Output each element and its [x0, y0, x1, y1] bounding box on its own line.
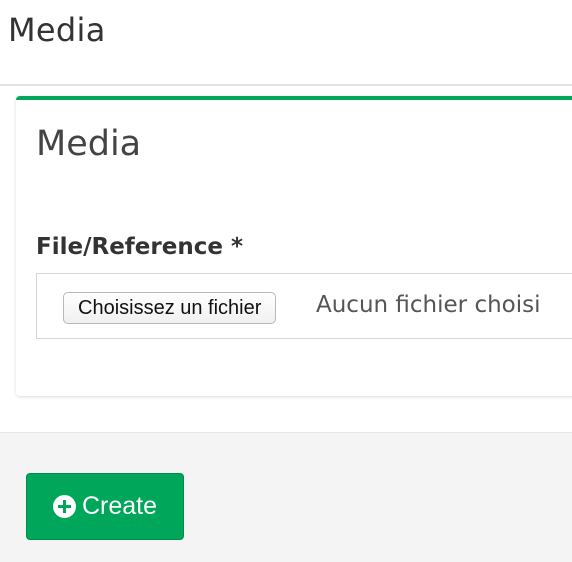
file-status-text: Aucun fichier choisi	[316, 292, 541, 318]
choose-file-button[interactable]: Choisissez un fichier	[63, 292, 277, 324]
page-header: Media	[0, 0, 572, 86]
create-button-label: Create	[81, 492, 158, 520]
media-create-page: Media Media File/Reference * Choisissez …	[0, 0, 572, 562]
create-button[interactable]: Create	[26, 473, 184, 540]
file-reference-input[interactable]: Choisissez un fichier Aucun fichier choi…	[36, 273, 572, 339]
form-footer: Create	[0, 432, 572, 562]
plus-circle-icon	[52, 495, 76, 518]
media-form-box: Media File/Reference * Choisissez un fic…	[16, 96, 572, 396]
box-title: Media	[36, 124, 142, 164]
content-area: Media File/Reference * Choisissez un fic…	[0, 86, 572, 434]
file-reference-label: File/Reference *	[36, 234, 243, 260]
page-title: Media	[8, 11, 106, 49]
